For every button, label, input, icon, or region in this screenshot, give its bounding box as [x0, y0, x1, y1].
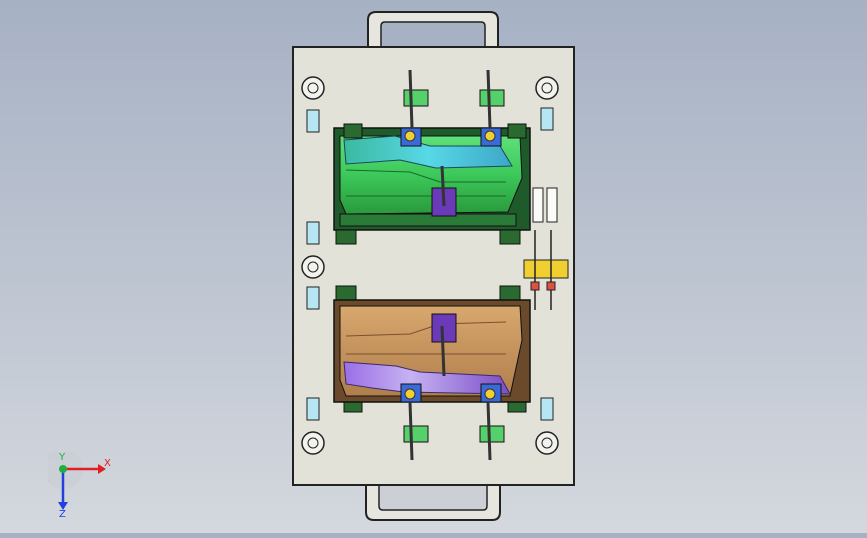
y-axis-label: Y: [59, 452, 66, 463]
model-canvas[interactable]: [0, 0, 867, 533]
z-axis-label: Z: [59, 509, 66, 520]
y-axis-dot: [59, 465, 67, 473]
x-axis-label: X: [104, 458, 111, 469]
bottom-handle: [365, 486, 501, 521]
coordinate-triad: X Y Z: [43, 449, 128, 522]
top-handle: [367, 11, 499, 48]
cad-viewport[interactable]: [0, 0, 867, 533]
